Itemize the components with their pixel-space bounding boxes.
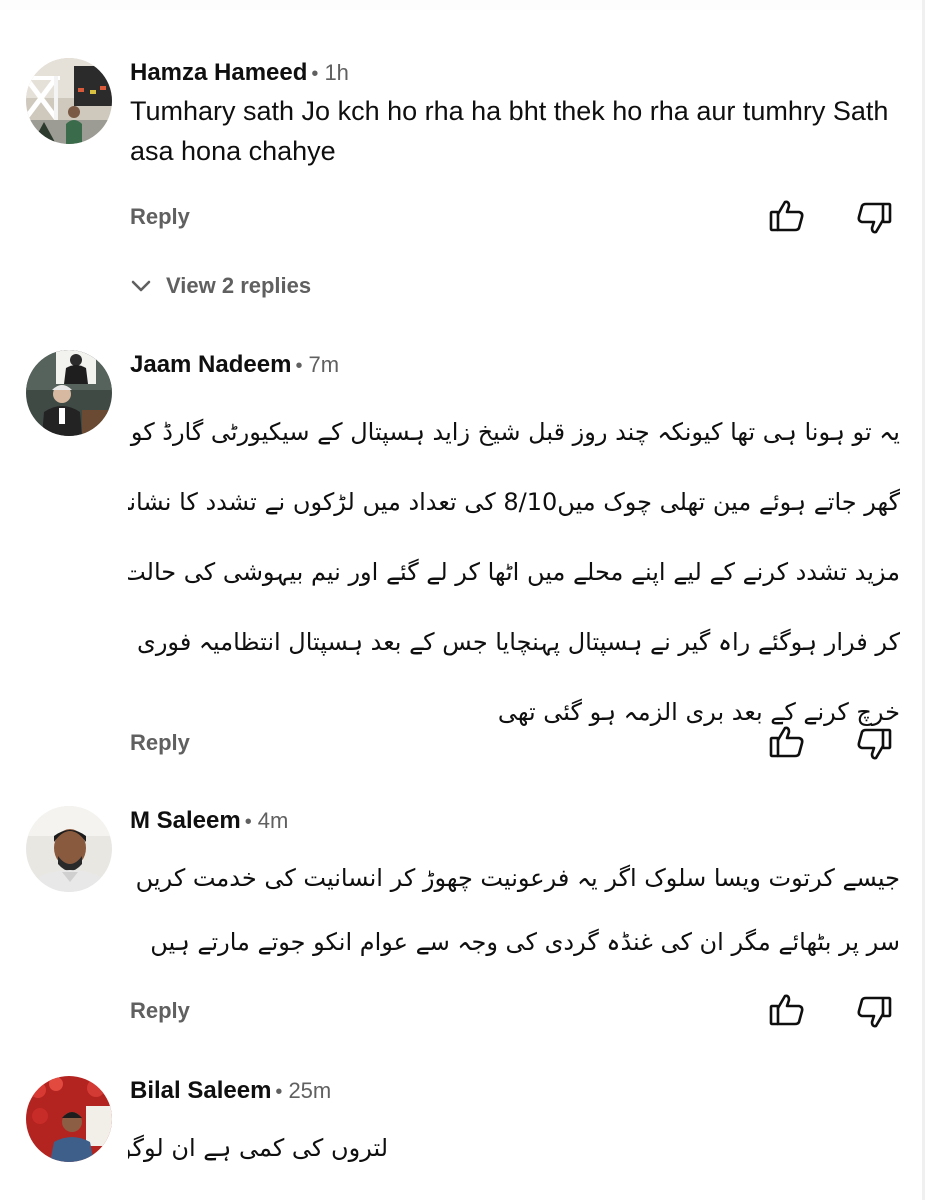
dislike-button[interactable] [854, 198, 894, 238]
author-name[interactable]: Bilal Saleem [130, 1077, 271, 1104]
author-name[interactable]: Jaam Nadeem [130, 351, 291, 378]
separator-dot: • [311, 63, 319, 85]
like-button[interactable] [767, 196, 807, 236]
reply-button[interactable]: Reply [130, 998, 190, 1024]
comment-text-line: گھر جاتے ہوئے مین تھلی چوک میں8/10 کی تع… [128, 488, 900, 516]
timestamp[interactable]: 4m [258, 808, 289, 833]
comment-text-line: سر پر بٹھائے مگر ان کی غنڈہ گردی کی وجہ … [150, 928, 900, 956]
thumbs-down-icon [857, 996, 892, 1028]
dislike-button[interactable] [854, 724, 894, 764]
separator-dot: • [275, 1081, 283, 1103]
view-replies-button[interactable]: View 2 replies [130, 272, 311, 299]
chevron-down-icon [131, 280, 151, 292]
like-button[interactable] [767, 990, 807, 1030]
avatar[interactable] [26, 350, 112, 436]
view-replies-label: View 2 replies [166, 273, 312, 299]
reply-button[interactable]: Reply [130, 730, 190, 756]
thumbs-down-icon [857, 202, 892, 234]
comment-text: Tumhary sath Jo kch ho rha ha bht thek h… [130, 96, 889, 166]
author-name[interactable]: M Saleem [130, 807, 241, 834]
comment-header: M Saleem • 4m [130, 807, 288, 836]
comment-jaam-nadeem: Jaam Nadeem • 7m یہ تو ہونا ہی تھا کیونکہ … [0, 330, 925, 790]
avatar[interactable] [26, 806, 112, 892]
comment-m-saleem: M Saleem • 4m جیسے کرتوت ویسا سلوک اگر یہ … [0, 790, 925, 1060]
timestamp[interactable]: 1h [324, 60, 348, 85]
timestamp[interactable]: 25m [288, 1078, 331, 1103]
comment-text: جیسے کرتوت ویسا سلوک اگر یہ فرعونیت چھوڑ… [128, 848, 900, 976]
comment-header: Jaam Nadeem • 7m [130, 351, 339, 380]
like-button[interactable] [767, 722, 807, 762]
author-name[interactable]: Hamza Hameed [130, 59, 307, 86]
comment-text-line: مزید تشدد کرنے کے لیے اپنے محلے میں اٹھا… [128, 558, 900, 586]
comment-text: یہ تو ہونا ہی تھا کیونکہ چند روز قبل شیخ… [128, 402, 900, 752]
thumbs-down-icon [857, 728, 892, 760]
separator-dot: • [295, 355, 303, 377]
reply-button[interactable]: Reply [130, 204, 190, 230]
comment-header: Bilal Saleem • 25m [130, 1077, 331, 1106]
comment-text: لتروں کی کمی ہے ان لوگوں کو [128, 1120, 388, 1180]
comment-text-line: لتروں کی کمی ہے ان لوگوں کو [128, 1134, 388, 1162]
dislike-button[interactable] [854, 992, 894, 1032]
comment-bilal-saleem: Bilal Saleem•25m لتروں کی کمی ہے ان لوگو… [0, 1060, 925, 1200]
comment-header: Hamza Hameed • 1h [130, 59, 349, 88]
avatar[interactable] [26, 1076, 112, 1162]
avatar[interactable] [26, 58, 112, 144]
thumbs-up-icon [769, 726, 804, 758]
comment-text-line: کر فرار ہوگئے راہ گیر نے ہسپتال پہنچایا … [128, 628, 900, 656]
separator-dot: • [244, 811, 252, 833]
thumbs-up-icon [769, 994, 804, 1026]
thumbs-up-icon [769, 200, 804, 232]
comment-hamza-hameed: Hamza Hameed • 1h Tumhary sath Jo kch ho r… [0, 0, 925, 330]
comment-text-line: یہ تو ہونا ہی تھا کیونکہ چند روز قبل شیخ… [128, 418, 900, 446]
comment-text-line: جیسے کرتوت ویسا سلوک اگر یہ فرعونیت چھوڑ… [128, 864, 900, 892]
timestamp[interactable]: 7m [308, 352, 339, 377]
